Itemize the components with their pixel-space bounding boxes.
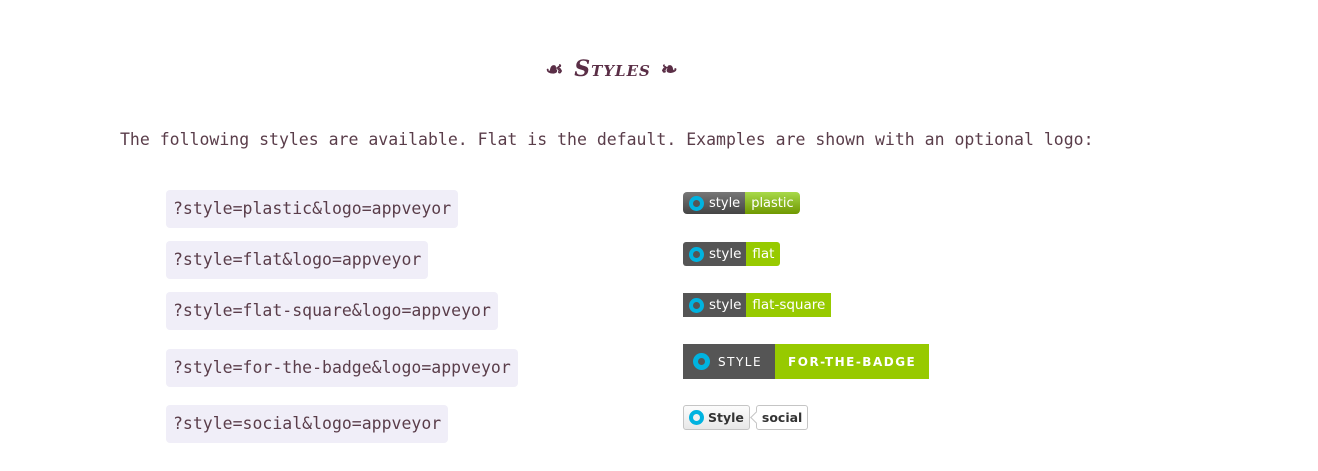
badge-label: style	[709, 246, 742, 262]
appveyor-icon	[693, 353, 710, 370]
badge-label: Style	[708, 410, 744, 425]
appveyor-icon	[689, 410, 704, 425]
badge-label: STYLE	[718, 354, 763, 369]
badge-label: style	[709, 297, 742, 313]
badge-label: style	[709, 195, 741, 211]
style-query-flat: ?style=flat&logo=appveyor	[166, 241, 429, 279]
section-heading: ☙ Styles ❧	[0, 56, 1224, 82]
intro-text: The following styles are available. Flat…	[120, 130, 1094, 149]
badge-for-the-badge: STYLE FOR-THE-BADGE	[683, 344, 930, 379]
badge-message: flat	[746, 242, 781, 266]
badge-message: FOR-THE-BADGE	[775, 344, 930, 379]
ornament-right-icon: ❧	[660, 57, 679, 81]
section-title: Styles	[574, 56, 651, 82]
badge-message: plastic	[745, 192, 800, 214]
badge-social: Style social	[683, 405, 809, 430]
style-query-flat-square: ?style=flat-square&logo=appveyor	[166, 292, 498, 330]
badge-plastic: style plastic	[683, 192, 800, 214]
badge-flat-square: style flat-square	[683, 293, 832, 317]
badge-message: social	[755, 405, 809, 430]
badge-flat: style flat	[683, 242, 781, 266]
style-query-for-the-badge: ?style=for-the-badge&logo=appveyor	[166, 349, 518, 387]
appveyor-icon	[689, 246, 704, 262]
badge-message: flat-square	[746, 293, 832, 317]
style-query-plastic: ?style=plastic&logo=appveyor	[166, 190, 459, 228]
style-query-social: ?style=social&logo=appveyor	[166, 405, 449, 443]
appveyor-icon	[689, 297, 704, 313]
appveyor-icon	[689, 195, 704, 211]
ornament-left-icon: ☙	[545, 57, 565, 81]
